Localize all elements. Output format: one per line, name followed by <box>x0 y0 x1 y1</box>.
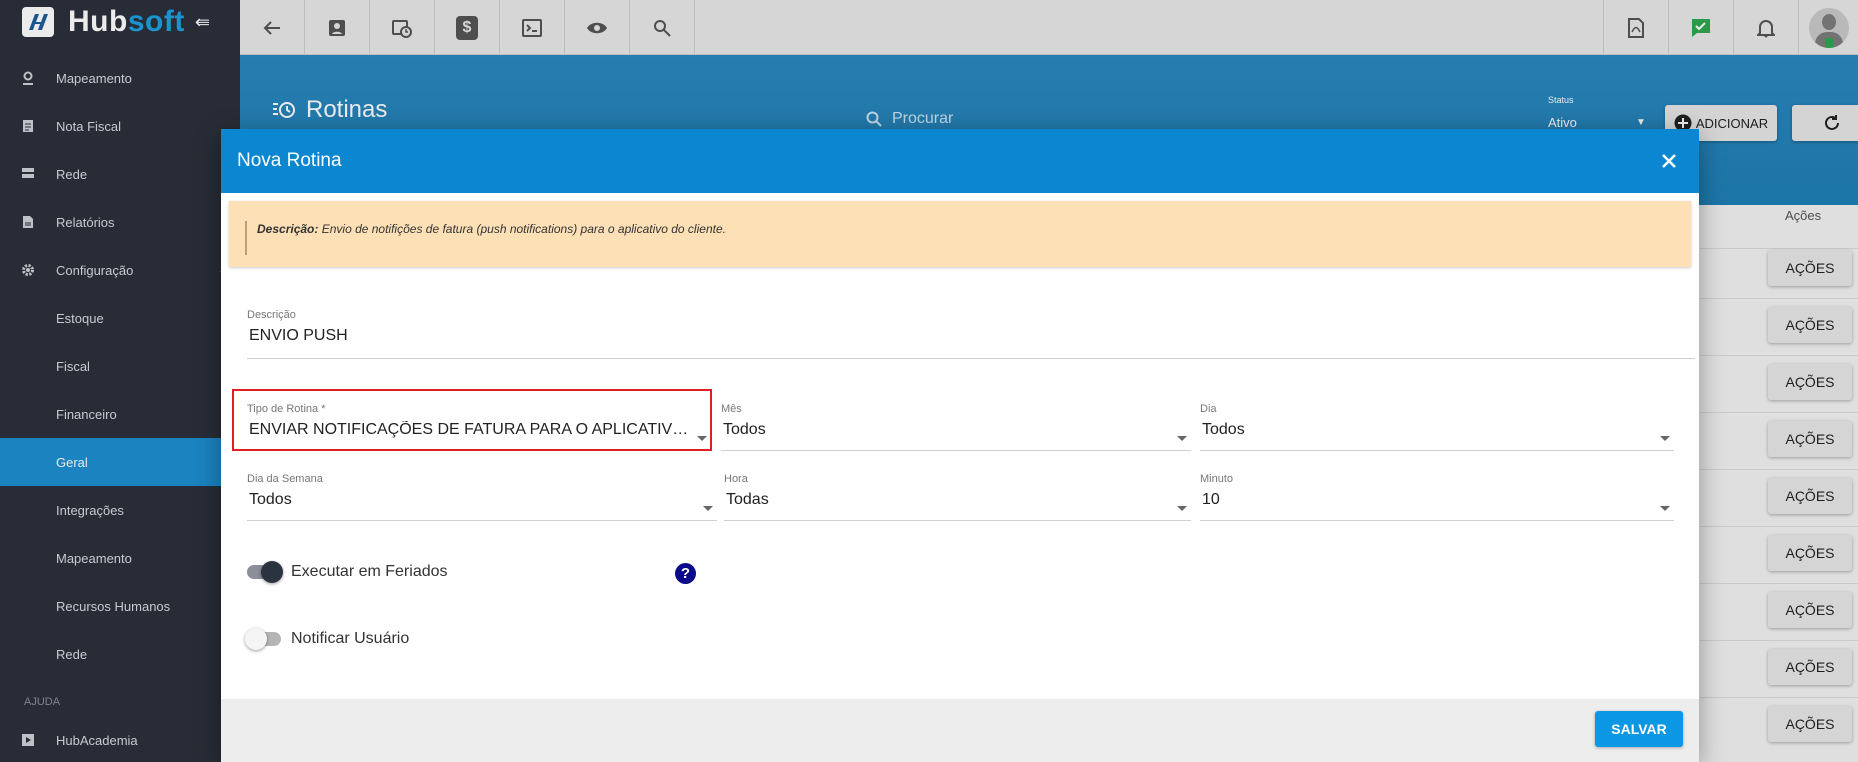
notice-label: Descrição: <box>257 222 319 236</box>
field-underline <box>721 450 1191 451</box>
holidays-toggle[interactable]: Executar em Feriados <box>247 561 448 583</box>
hour-select[interactable]: Hora Todas <box>724 473 1191 521</box>
field-underline <box>1200 520 1674 521</box>
caret-down-icon <box>703 506 713 511</box>
toggle-knob <box>245 628 267 650</box>
month-select[interactable]: Mês Todos <box>721 403 1191 451</box>
caret-down-icon <box>1660 436 1670 441</box>
annotation-highlight <box>232 389 712 451</box>
field-label: Mês <box>721 403 742 415</box>
field-value: 10 <box>1202 491 1220 508</box>
caret-down-icon <box>1177 506 1187 511</box>
caret-down-icon <box>1177 436 1187 441</box>
field-underline <box>247 358 1695 359</box>
field-value: ENVIO PUSH <box>249 327 348 344</box>
toggle-label: Notificar Usuário <box>291 630 410 647</box>
close-icon <box>1662 154 1676 168</box>
description-notice: Descrição: Envio de notifições de fatura… <box>229 201 1691 267</box>
toggle-label: Executar em Feriados <box>291 563 448 580</box>
notice-text: Envio de notifições de fatura (push noti… <box>321 222 726 236</box>
toggle-track <box>245 628 281 650</box>
field-label: Hora <box>724 473 748 485</box>
field-label: Descrição <box>247 309 296 321</box>
field-value: Todos <box>1202 421 1245 438</box>
field-underline <box>1200 450 1674 451</box>
field-underline <box>724 520 1191 521</box>
field-label: Minuto <box>1200 473 1234 485</box>
minute-select[interactable]: Minuto 10 <box>1200 473 1674 521</box>
help-icon[interactable]: ? <box>675 563 696 584</box>
field-value: Todas <box>726 491 769 508</box>
description-field[interactable]: Descrição ENVIO PUSH <box>247 309 1695 359</box>
day-select[interactable]: Dia Todos <box>1200 403 1674 451</box>
caret-down-icon <box>1660 506 1670 511</box>
field-label: Dia <box>1200 403 1217 415</box>
notify-user-toggle[interactable]: Notificar Usuário <box>245 628 410 650</box>
field-label: Dia da Semana <box>247 473 323 485</box>
dialog-header: Nova Rotina <box>221 129 1699 193</box>
field-value: Todos <box>249 491 292 508</box>
toggle-knob <box>261 561 283 583</box>
toggle-track <box>247 561 283 583</box>
dialog-footer: SALVAR <box>221 699 1699 762</box>
save-button[interactable]: SALVAR <box>1595 711 1683 747</box>
field-value: Todos <box>723 421 766 438</box>
close-button[interactable] <box>1655 147 1683 175</box>
dialog-title: Nova Rotina <box>237 150 342 171</box>
weekday-select[interactable]: Dia da Semana Todos <box>247 473 717 521</box>
field-underline <box>247 520 717 521</box>
